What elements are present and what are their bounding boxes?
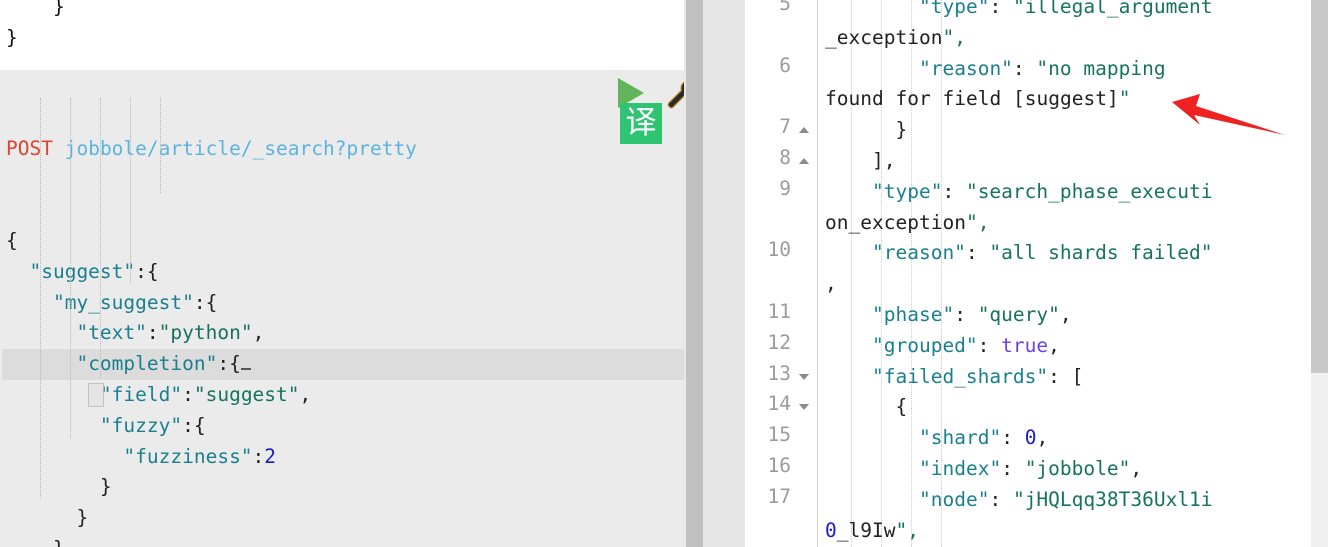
fold-toggle-down-icon[interactable] [799, 404, 809, 411]
request-actions[interactable]: 译 [604, 70, 684, 150]
line-number: 6 [779, 53, 791, 77]
response-line[interactable]: , [825, 269, 1328, 300]
response-line[interactable]: "grouped": true, [825, 331, 1328, 362]
response-editor-pane[interactable]: 5 6 7 8 9 10 11 12 13 14 15 16 17 "type": "illegal_a… [745, 0, 1328, 547]
response-line[interactable]: "type": "search_phase_executi [825, 177, 1328, 208]
line-number: 14 [767, 392, 791, 416]
request-line[interactable]: } [2, 472, 684, 503]
request-line-active[interactable]: "completion":{ [2, 349, 684, 380]
request-scrollbar-thumb[interactable] [686, 0, 703, 547]
fold-marker-box[interactable] [88, 383, 104, 407]
response-line[interactable]: "reason": "all shards failed" [825, 238, 1328, 269]
line-number: 5 [779, 0, 791, 15]
response-line[interactable]: 0_l9Iw", [825, 516, 1328, 547]
line-number: 13 [767, 361, 791, 385]
pane-splitter[interactable] [703, 0, 745, 547]
response-line[interactable]: "shard": 0, [825, 423, 1328, 454]
response-line[interactable]: ], [825, 146, 1328, 177]
line-number: 7 [779, 115, 791, 139]
response-scrollbar-thumb[interactable] [1311, 0, 1328, 373]
request-line[interactable]: } [2, 534, 684, 547]
http-method: POST [6, 136, 53, 160]
response-line[interactable]: on_exception", [825, 208, 1328, 239]
gutter-border [817, 0, 818, 547]
request-line[interactable]: { [2, 226, 684, 257]
response-line[interactable]: "failed_shards": [ [825, 362, 1328, 393]
console-window: }} POST jobbole/article/_search?pretty {… [0, 0, 1328, 547]
response-line[interactable]: } [825, 115, 1328, 146]
line-number: 17 [767, 484, 791, 508]
wrench-icon[interactable] [662, 75, 684, 109]
line-number: 10 [767, 238, 791, 262]
request-line[interactable]: "suggest":{ [2, 257, 684, 288]
response-line[interactable]: { [825, 392, 1328, 423]
response-line[interactable]: "index": "jobbole", [825, 454, 1328, 485]
fold-toggle-up-icon[interactable] [799, 158, 809, 164]
response-line[interactable]: _exception", [825, 23, 1328, 54]
prelude-line: } [6, 0, 65, 18]
request-prelude: }} [0, 0, 684, 54]
line-number: 16 [767, 454, 791, 477]
request-line[interactable]: "my_suggest":{ [2, 288, 684, 319]
request-url: jobbole/article/_search?pretty [64, 136, 417, 160]
line-number: 8 [779, 146, 791, 169]
response-line[interactable]: "type": "illegal_argument [825, 0, 1328, 23]
response-body[interactable]: "type": "illegal_argument _exception", "r… [825, 0, 1328, 546]
request-line[interactable]: "fuzzy":{ [2, 411, 684, 442]
request-line[interactable]: "field":"suggest", [2, 380, 684, 411]
request-url-line[interactable]: POST jobbole/article/_search?pretty [2, 134, 684, 165]
line-number: 12 [767, 330, 791, 354]
request-body[interactable]: POST jobbole/article/_search?pretty { "s… [0, 70, 684, 547]
response-line[interactable]: "reason": "no mapping [825, 54, 1328, 85]
response-line[interactable]: "node": "jHQLqq38T36Uxl1i [825, 485, 1328, 516]
prelude-line: } [6, 25, 18, 49]
line-number: 11 [767, 300, 791, 323]
response-line[interactable]: found for field [suggest]" [825, 84, 1328, 115]
request-editor-pane[interactable]: }} POST jobbole/article/_search?pretty {… [0, 0, 684, 547]
response-line[interactable]: "phase": "query", [825, 300, 1328, 331]
response-line-gutter[interactable]: 5 6 7 8 9 10 11 12 13 14 15 16 17 [745, 0, 817, 547]
request-line[interactable]: "fuzziness":2 [2, 442, 684, 473]
url-gap [53, 137, 65, 160]
request-line[interactable]: "text":"python", [2, 318, 684, 349]
fold-toggle-up-icon[interactable] [799, 127, 809, 134]
fold-toggle-down-icon[interactable] [799, 373, 809, 380]
line-number: 9 [779, 176, 791, 200]
line-number: 15 [767, 423, 791, 447]
request-line[interactable]: } [2, 503, 684, 534]
text-caret [240, 368, 251, 371]
translate-badge-icon[interactable]: 译 [620, 103, 662, 144]
